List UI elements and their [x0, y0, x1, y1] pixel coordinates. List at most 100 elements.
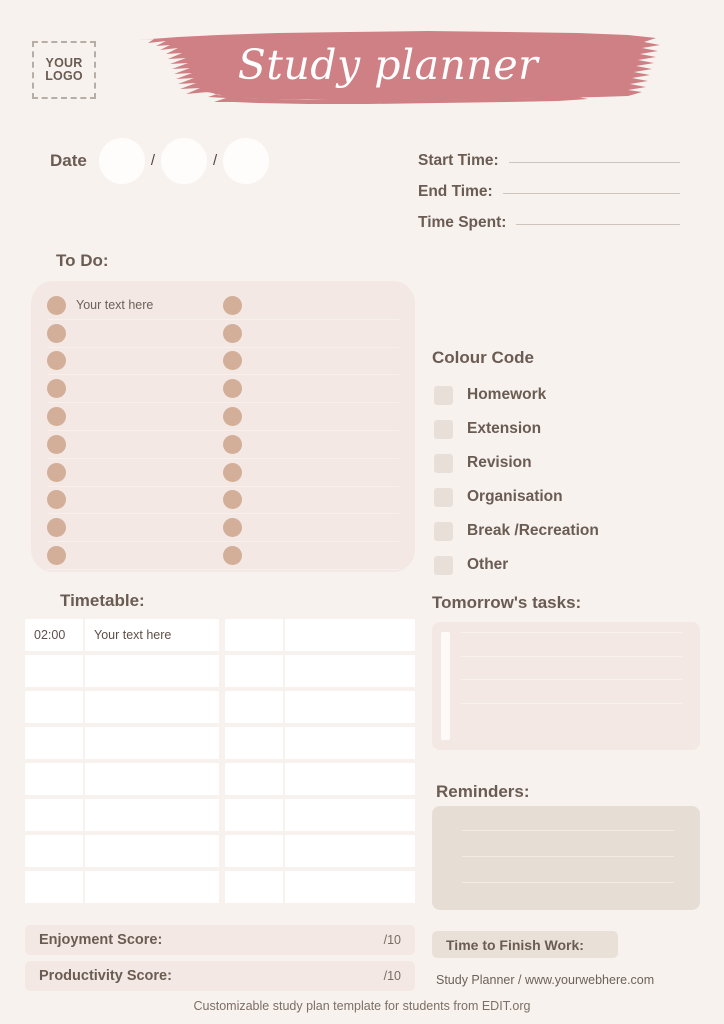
- colour-swatch-icon[interactable]: [434, 487, 453, 507]
- timetable-task-cell[interactable]: [85, 655, 219, 687]
- timetable-row[interactable]: [25, 727, 415, 759]
- date-year-field[interactable]: [223, 138, 270, 184]
- todo-row[interactable]: [47, 514, 399, 543]
- todo-row[interactable]: [47, 431, 399, 459]
- bullet-circle-icon[interactable]: [47, 379, 66, 399]
- todo-row[interactable]: [47, 459, 399, 487]
- timetable-time-cell[interactable]: [25, 691, 83, 723]
- timetable-time-cell[interactable]: [225, 691, 283, 723]
- todo-item[interactable]: [47, 320, 223, 347]
- tomorrow-tasks-panel[interactable]: [432, 622, 700, 750]
- timetable-row[interactable]: [25, 763, 415, 795]
- bullet-circle-icon[interactable]: [47, 546, 66, 566]
- timetable-row[interactable]: [25, 655, 415, 687]
- bullet-circle-icon[interactable]: [47, 351, 66, 371]
- timetable-task-cell[interactable]: [85, 691, 219, 723]
- bullet-circle-icon[interactable]: [223, 323, 242, 343]
- logo-placeholder[interactable]: YOUR LOGO: [32, 41, 96, 99]
- time-spent-input[interactable]: [516, 224, 680, 225]
- timetable-time-cell[interactable]: [25, 799, 83, 831]
- todo-item[interactable]: [47, 431, 223, 458]
- timetable-time-cell[interactable]: [225, 871, 283, 903]
- colour-swatch-icon[interactable]: [434, 521, 453, 541]
- timetable-time-cell[interactable]: [25, 727, 83, 759]
- start-time-input[interactable]: [508, 162, 680, 163]
- bullet-circle-icon[interactable]: [223, 295, 242, 315]
- timetable-task-cell[interactable]: [285, 727, 415, 759]
- todo-row[interactable]: [47, 487, 399, 515]
- colour-code-item-other[interactable]: Other: [434, 548, 694, 582]
- todo-item[interactable]: [47, 542, 223, 569]
- bullet-circle-icon[interactable]: [47, 462, 66, 482]
- colour-code-item-revision[interactable]: Revision: [434, 446, 694, 480]
- timetable-task-cell[interactable]: [285, 691, 415, 723]
- todo-row[interactable]: [47, 348, 399, 376]
- timetable-row[interactable]: [25, 799, 415, 831]
- todo-item[interactable]: [223, 348, 399, 375]
- todo-row[interactable]: [47, 542, 399, 570]
- todo-item[interactable]: [223, 487, 399, 514]
- productivity-score-bar[interactable]: Productivity Score: /10: [25, 961, 415, 991]
- todo-row[interactable]: Your text here: [47, 292, 399, 320]
- start-time-row[interactable]: Start Time:: [418, 152, 680, 170]
- timetable-task-cell[interactable]: [85, 835, 219, 867]
- todo-item[interactable]: [47, 375, 223, 402]
- timetable-task-cell[interactable]: [285, 799, 415, 831]
- colour-code-item-break-recreation[interactable]: Break /Recreation: [434, 514, 694, 548]
- todo-item[interactable]: Your text here: [47, 292, 223, 319]
- bullet-circle-icon[interactable]: [47, 434, 66, 454]
- colour-code-item-homework[interactable]: Homework: [434, 378, 694, 412]
- bullet-circle-icon[interactable]: [223, 407, 242, 427]
- todo-item[interactable]: [223, 542, 399, 569]
- timetable-task-cell[interactable]: [85, 763, 219, 795]
- time-to-finish-bar[interactable]: Time to Finish Work:: [432, 931, 618, 958]
- todo-item[interactable]: [223, 320, 399, 347]
- timetable-task-cell[interactable]: [285, 619, 415, 651]
- timetable-time-cell[interactable]: [225, 799, 283, 831]
- timetable-row[interactable]: [25, 835, 415, 867]
- timetable-time-cell[interactable]: [25, 763, 83, 795]
- timetable-task-cell[interactable]: [285, 871, 415, 903]
- timetable-time-cell[interactable]: [25, 871, 83, 903]
- bullet-circle-icon[interactable]: [223, 351, 242, 371]
- timetable-task-cell[interactable]: [285, 655, 415, 687]
- timetable-task-cell[interactable]: Your text here: [85, 619, 219, 651]
- todo-item[interactable]: [47, 459, 223, 486]
- todo-row[interactable]: [47, 375, 399, 404]
- enjoyment-score-bar[interactable]: Enjoyment Score: /10: [25, 925, 415, 955]
- todo-item[interactable]: [223, 431, 399, 458]
- bullet-circle-icon[interactable]: [223, 518, 242, 538]
- todo-item[interactable]: [47, 514, 223, 541]
- colour-code-item-extension[interactable]: Extension: [434, 412, 694, 446]
- bullet-circle-icon[interactable]: [223, 379, 242, 399]
- date-day-field[interactable]: [98, 138, 145, 184]
- colour-swatch-icon[interactable]: [434, 555, 453, 575]
- bullet-circle-icon[interactable]: [47, 407, 66, 427]
- bullet-circle-icon[interactable]: [47, 490, 66, 510]
- todo-item[interactable]: [47, 487, 223, 514]
- timetable-row[interactable]: [25, 691, 415, 723]
- todo-item[interactable]: [223, 375, 399, 402]
- timetable-task-cell[interactable]: [85, 727, 219, 759]
- end-time-input[interactable]: [502, 193, 680, 194]
- timetable-time-cell[interactable]: [25, 655, 83, 687]
- bullet-circle-icon[interactable]: [223, 434, 242, 454]
- todo-item[interactable]: [223, 292, 399, 319]
- colour-swatch-icon[interactable]: [434, 419, 453, 439]
- timetable-row[interactable]: 02:00 Your text here: [25, 619, 415, 651]
- timetable-task-cell[interactable]: [285, 835, 415, 867]
- timetable-task-cell[interactable]: [85, 871, 219, 903]
- colour-swatch-icon[interactable]: [434, 453, 453, 473]
- todo-item[interactable]: [47, 403, 223, 430]
- bullet-circle-icon[interactable]: [47, 518, 66, 538]
- colour-code-item-organisation[interactable]: Organisation: [434, 480, 694, 514]
- timetable-task-cell[interactable]: [85, 799, 219, 831]
- bullet-circle-icon[interactable]: [223, 490, 242, 510]
- reminders-panel[interactable]: [432, 806, 700, 910]
- todo-row[interactable]: [47, 403, 399, 431]
- timetable-time-cell[interactable]: 02:00: [25, 619, 83, 651]
- todo-row[interactable]: [47, 320, 399, 348]
- date-month-field[interactable]: [161, 138, 208, 184]
- bullet-circle-icon[interactable]: [223, 546, 242, 566]
- todo-item[interactable]: [223, 514, 399, 541]
